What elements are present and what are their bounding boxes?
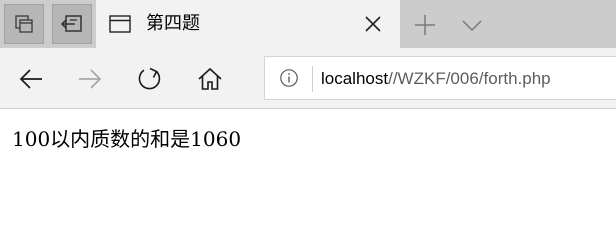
- info-icon[interactable]: [279, 68, 299, 88]
- tab-preview-button[interactable]: [4, 4, 44, 44]
- address-bar[interactable]: localhost//WZKF/006/forth.php: [264, 56, 616, 100]
- url-text[interactable]: localhost//WZKF/006/forth.php: [321, 66, 551, 92]
- address-separator: [312, 66, 313, 92]
- tab-preview-icon: [15, 15, 33, 33]
- navigation-bar: localhost//WZKF/006/forth.php: [0, 48, 616, 109]
- back-arrow-icon[interactable]: [17, 65, 45, 93]
- close-icon[interactable]: [361, 12, 385, 36]
- set-tabs-aside-icon: [61, 15, 82, 32]
- active-tab[interactable]: 第四题: [96, 0, 400, 48]
- url-host: localhost: [321, 69, 389, 88]
- url-path: //WZKF/006/forth.php: [388, 69, 551, 88]
- set-tabs-aside-button[interactable]: [52, 4, 92, 44]
- page-body-text: 100以内质数的和是1060: [12, 127, 242, 151]
- forward-arrow-icon[interactable]: [76, 65, 104, 93]
- plus-icon[interactable]: [412, 12, 438, 38]
- home-icon[interactable]: [196, 65, 224, 93]
- refresh-icon[interactable]: [136, 65, 164, 93]
- page-icon: [109, 15, 131, 33]
- chevron-down-icon[interactable]: [459, 12, 485, 38]
- tab-title: 第四题: [146, 13, 200, 34]
- tab-strip: 第四题: [0, 0, 616, 48]
